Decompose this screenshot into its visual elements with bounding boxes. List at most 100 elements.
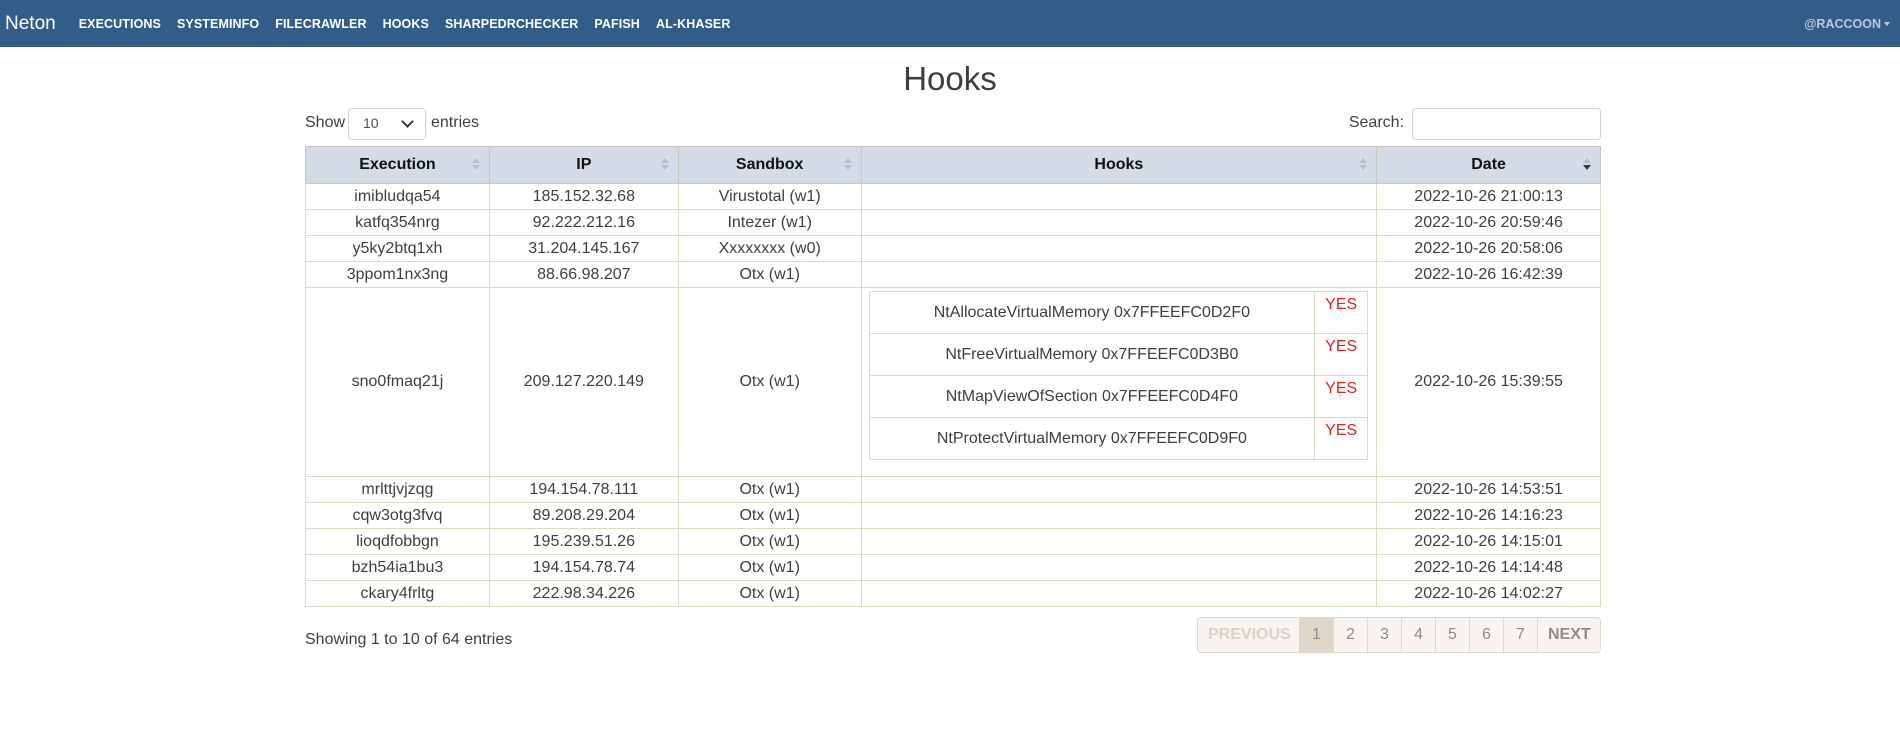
- sort-icon: [660, 158, 669, 172]
- date-cell: 2022-10-26 21:00:13: [1376, 183, 1601, 210]
- ip-cell: 88.66.98.207: [488, 261, 679, 288]
- hooks-list-table: NtAllocateVirtualMemory 0x7FFEEFC0D2F0 Y…: [868, 291, 1369, 460]
- execution-cell: ckary4frltg: [305, 580, 490, 607]
- hooks-cell: [860, 502, 1378, 529]
- date-cell: 2022-10-26 15:39:55: [1376, 287, 1601, 477]
- hook-name: NtMapViewOfSection 0x7FFEEFC0D4F0: [868, 375, 1316, 418]
- date-cell: 2022-10-26 14:02:27: [1376, 580, 1601, 607]
- date-cell: 2022-10-26 14:53:51: [1376, 476, 1601, 503]
- hooks-cell: [860, 580, 1378, 607]
- nav-link-pafish[interactable]: PAFISH: [594, 17, 640, 31]
- hooks-cell: [860, 261, 1378, 288]
- execution-cell: bzh54ia1bu3: [305, 554, 490, 581]
- hook-flag: YES: [1314, 333, 1369, 376]
- table-header-row: Execution IP Sandbox Hooks Date: [305, 146, 1601, 184]
- column-header-execution[interactable]: Execution: [305, 146, 490, 184]
- nav-link-sharpedrchecker[interactable]: SHARPEDRCHECKER: [445, 17, 578, 31]
- hook-flag: YES: [1314, 375, 1369, 418]
- sandbox-cell: Virustotal (w1): [677, 183, 862, 210]
- page-button-1[interactable]: 1: [1299, 618, 1333, 652]
- entries-length-select[interactable]: 10: [348, 108, 426, 140]
- column-header-date[interactable]: Date: [1376, 146, 1601, 184]
- search-label: Search:: [1348, 114, 1404, 131]
- nav-link-systeminfo[interactable]: SYSTEMINFO: [177, 17, 259, 31]
- hook-name: NtFreeVirtualMemory 0x7FFEEFC0D3B0: [868, 333, 1316, 376]
- execution-cell: mrlttjvjzqg: [305, 476, 490, 503]
- table-row: ckary4frltg 222.98.34.226 Otx (w1) 2022-…: [305, 580, 1601, 607]
- hooks-cell: NtAllocateVirtualMemory 0x7FFEEFC0D2F0 Y…: [860, 287, 1378, 477]
- date-cell: 2022-10-26 20:59:46: [1376, 209, 1601, 236]
- hook-flag: YES: [1314, 291, 1369, 334]
- caret-down-icon: [1884, 22, 1890, 26]
- execution-cell: y5ky2btq1xh: [305, 235, 490, 262]
- table-row: sno0fmaq21j 209.127.220.149 Otx (w1) NtA…: [305, 287, 1601, 477]
- column-header-sandbox[interactable]: Sandbox: [677, 146, 862, 184]
- page-button-3[interactable]: 3: [1367, 618, 1401, 652]
- hook-name: NtAllocateVirtualMemory 0x7FFEEFC0D2F0: [868, 291, 1316, 334]
- nav-link-filecrawler[interactable]: FILECRAWLER: [275, 17, 366, 31]
- execution-cell: lioqdfobbgn: [305, 528, 490, 555]
- entries-label: entries: [431, 114, 480, 131]
- ip-cell: 195.239.51.26: [488, 528, 679, 555]
- sort-icon: [1359, 158, 1368, 172]
- page-button-5[interactable]: 5: [1435, 618, 1469, 652]
- ip-cell: 31.204.145.167: [488, 235, 679, 262]
- sandbox-cell: Xxxxxxxx (w0): [677, 235, 862, 262]
- entries-length-value: 10: [363, 115, 379, 131]
- hook-flag: YES: [1314, 417, 1369, 460]
- table-row: 3ppom1nx3ng 88.66.98.207 Otx (w1) 2022-1…: [305, 261, 1601, 288]
- search-input[interactable]: [1412, 108, 1601, 140]
- table-row: bzh54ia1bu3 194.154.78.74 Otx (w1) 2022-…: [305, 554, 1601, 581]
- brand-logo[interactable]: Neton: [5, 13, 56, 35]
- nav-link-executions[interactable]: EXECUTIONS: [79, 17, 161, 31]
- ip-cell: 185.152.32.68: [488, 183, 679, 210]
- hooks-cell: [860, 554, 1378, 581]
- sandbox-cell: Otx (w1): [677, 580, 862, 607]
- page-button-4[interactable]: 4: [1401, 618, 1435, 652]
- hooks-cell: [860, 528, 1378, 555]
- column-header-ip[interactable]: IP: [488, 146, 679, 184]
- execution-cell: sno0fmaq21j: [305, 287, 490, 477]
- table-row: katfq354nrg 92.222.212.16 Intezer (w1) 2…: [305, 209, 1601, 236]
- hooks-cell: [860, 235, 1378, 262]
- next-page-button[interactable]: NEXT: [1537, 618, 1600, 652]
- page-button-6[interactable]: 6: [1469, 618, 1503, 652]
- sort-desc-icon: [1583, 158, 1591, 172]
- table-row: lioqdfobbgn 195.239.51.26 Otx (w1) 2022-…: [305, 528, 1601, 555]
- table-row: y5ky2btq1xh 31.204.145.167 Xxxxxxxx (w0)…: [305, 235, 1601, 262]
- table-info: Showing 1 to 10 of 64 entries: [305, 631, 513, 648]
- table-row: mrlttjvjzqg 194.154.78.111 Otx (w1) 2022…: [305, 476, 1601, 503]
- sandbox-cell: Otx (w1): [677, 502, 862, 529]
- hooks-cell: [860, 476, 1378, 503]
- date-cell: 2022-10-26 14:14:48: [1376, 554, 1601, 581]
- user-name: @RACCOON: [1804, 16, 1881, 31]
- hook-row: NtAllocateVirtualMemory 0x7FFEEFC0D2F0 Y…: [868, 291, 1369, 334]
- page-button-2[interactable]: 2: [1333, 618, 1367, 652]
- execution-cell: cqw3otg3fvq: [305, 502, 490, 529]
- date-cell: 2022-10-26 16:42:39: [1376, 261, 1601, 288]
- hook-row: NtMapViewOfSection 0x7FFEEFC0D4F0 YES: [868, 375, 1369, 418]
- chevron-down-icon: [401, 115, 414, 128]
- sort-icon: [843, 158, 852, 172]
- column-header-hooks[interactable]: Hooks: [860, 146, 1378, 184]
- hooks-cell: [860, 209, 1378, 236]
- page-title: Hooks: [903, 60, 997, 97]
- date-cell: 2022-10-26 20:58:06: [1376, 235, 1601, 262]
- table-row: imibludqa54 185.152.32.68 Virustotal (w1…: [305, 183, 1601, 210]
- ip-cell: 209.127.220.149: [488, 287, 679, 477]
- sandbox-cell: Otx (w1): [677, 287, 862, 477]
- table-controls: Show 10 entries Search:: [305, 108, 1601, 140]
- hooks-table: Execution IP Sandbox Hooks Date imibludq…: [305, 146, 1601, 607]
- sort-icon: [471, 158, 480, 172]
- page-button-7[interactable]: 7: [1503, 618, 1537, 652]
- ip-cell: 89.208.29.204: [488, 502, 679, 529]
- previous-page-button[interactable]: PREVIOUS: [1198, 618, 1299, 652]
- nav-link-al-khaser[interactable]: AL-KHASER: [656, 17, 731, 31]
- hooks-cell: [860, 183, 1378, 210]
- execution-cell: 3ppom1nx3ng: [305, 261, 490, 288]
- user-menu[interactable]: @RACCOON: [1804, 0, 1890, 47]
- pagination: PREVIOUS 1 2 3 4 5 6 7 NEXT: [1197, 617, 1601, 653]
- table-row: cqw3otg3fvq 89.208.29.204 Otx (w1) 2022-…: [305, 502, 1601, 529]
- nav-link-hooks[interactable]: HOOKS: [383, 17, 429, 31]
- sandbox-cell: Otx (w1): [677, 476, 862, 503]
